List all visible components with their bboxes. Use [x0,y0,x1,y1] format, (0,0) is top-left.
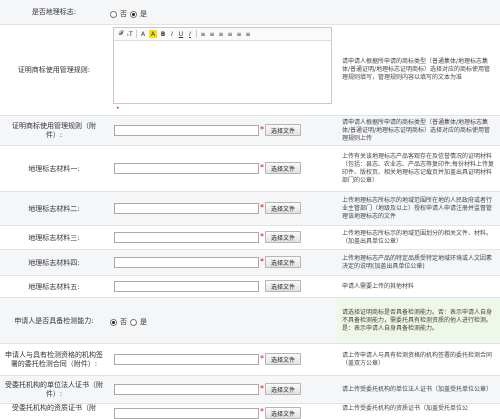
rules-attach-label: 证明商标使用管理规则（附件）: [12,122,96,139]
toolbar-divider [196,30,197,38]
material-4-label: 地理标志材料四: [28,258,80,267]
geo-mark-yes-label: 是 [140,10,147,18]
row-material-5: 地理标志材料五: 选择文件 申请人需要上传的其他材料 [0,276,500,298]
contract-choose-button[interactable]: 选择文件 [265,353,301,365]
material-2-file-field[interactable] [114,203,259,214]
material-3-file-field[interactable] [114,232,259,243]
qualification-file-field[interactable] [114,408,259,419]
rules-attach-hint: 请申请人根据所申请的商标类型（普通集体/地理标志集体/普通证明/地理标志证明商标… [342,118,491,142]
material-5-file-field[interactable] [114,281,259,292]
material-2-choose-button[interactable]: 选择文件 [265,202,301,214]
material-5-hint: 申请人需要上传的其他材料 [342,282,415,290]
row-legal-cert: 受委托机构的单位法人证书（附件）: * 选择文件 请上传受委托机构的单位法人证书… [0,376,500,404]
highlight-color-icon[interactable]: A [149,30,157,38]
align-center-icon[interactable]: ≡ [209,30,215,38]
legal-cert-file-field[interactable] [114,384,259,395]
geo-mark-yes-radio[interactable] [130,10,137,18]
material-2-hint: 上传地理标志所标示的地域范围所在地的人民政府或者行业主管部门（地级及以上）授权申… [342,196,493,220]
row-testing-contract: 申请人与具有检测资格的机构签署的委托检测合同（附件）: * 选择文件 请上传申请… [0,344,500,376]
font-family-icon[interactable]: 𝓕 [118,30,124,38]
material-4-choose-button[interactable]: 选择文件 [265,256,301,268]
required-asterisk: * [260,232,264,241]
material-5-choose-button[interactable]: 选择文件 [265,280,301,292]
italic-icon[interactable]: I [169,30,175,38]
geo-mark-no-radio[interactable] [110,10,117,18]
rules-rich-text-editor[interactable]: 𝓕 ₜT A A B I U I ≡ ≡ ≡ ≡ ≡ ≡ [113,27,332,104]
material-3-hint: 上传地理标志所标示的地域范围划分的相关文件、材料。（加盖出具单位公章） [342,229,493,245]
material-4-hint: 上传地理标志产品的特定品质受特定地域环境或人文因素决定的说明(加盖出具单位公章) [342,254,493,270]
material-1-file-field[interactable] [114,163,259,174]
clear-format-icon[interactable]: I [187,30,193,38]
testing-hint: 请选择证明商标是否具备检测能力。否：表示申请人自身不具备检测能力，需委托具有检测… [337,298,500,343]
font-size-icon[interactable]: ₜT [127,30,133,38]
required-asterisk: * [260,384,264,393]
row-material-1: 地理标志材料一: * 选择文件 上传有关该地理标志产品客观存在及信誉情况的证明材… [0,146,500,192]
trademark-form: 是否地理标志: 否 是 证明商标使用管理规则: 请申请人根据所申请的商标类型（普… [0,0,500,419]
qualification-choose-button[interactable]: 选择文件 [265,407,301,419]
row-material-4: 地理标志材料四: * 选择文件 上传地理标志产品的特定品质受特定地域环境或人文因… [0,250,500,276]
testing-no-label: 否 [120,318,127,326]
material-1-hint: 上传有关该地理标志产品客观存在及信誉情况的证明材料（包括：县志、农业志、产品志等… [342,152,495,184]
contract-label: 申请人与具有检测资格的机构签署的委托检测合同（附件）: [5,351,103,368]
testing-yes-label: 是 [140,318,147,326]
qualification-label: 受委托机构的资质证书（附 [12,404,96,412]
required-marker: • [116,105,120,112]
legal-cert-hint: 请上传受委托机构的单位法人证书（加盖受托单位公章） [342,385,493,393]
testing-radio-group: 否 是 [110,317,147,327]
editor-toolbar: 𝓕 ₜT A A B I U I ≡ ≡ ≡ ≡ ≡ ≡ [114,28,331,41]
unordered-list-icon[interactable]: ≡ [236,30,242,38]
geo-mark-label: 是否地理标志: [31,8,77,16]
testing-label: 申请人是否具备检测能力: [14,316,94,325]
legal-cert-choose-button[interactable]: 选择文件 [265,383,301,395]
row-rules-attachment: 证明商标使用管理规则（附件）: * 选择文件 请申请人根据所申请的商标类型（普通… [0,116,500,146]
testing-no-radio[interactable] [110,318,117,326]
geo-mark-no-label: 否 [120,10,127,18]
material-1-label: 地理标志材料一: [28,164,80,173]
row-material-3: 地理标志材料三: * 选择文件 上传地理标志所标示的地域范围划分的相关文件、材料… [0,226,500,250]
material-3-label: 地理标志材料三: [28,233,80,242]
bold-icon[interactable]: B [160,30,166,38]
required-asterisk: * [260,407,264,416]
required-asterisk: * [260,354,264,363]
contract-hint: 请上传申请人与具有检测资格的机构签署的委托检测合同（盖双方公章） [342,351,493,367]
contract-file-field[interactable] [114,354,259,365]
testing-yes-radio[interactable] [130,318,137,326]
material-5-label: 地理标志材料五: [28,282,80,291]
indent-icon[interactable]: ≡ [245,30,251,38]
row-material-2: 地理标志材料二: * 选择文件 上传地理标志所标示的地域范围所在地的人民政府或者… [0,192,500,226]
required-asterisk: * [260,257,264,266]
align-left-icon[interactable]: ≡ [200,30,206,38]
required-asterisk: * [260,163,264,172]
row-qualification: 受委托机构的资质证书（附 * 选择文件 请上传受委托机构的资质证书（加盖受托单位… [0,404,500,419]
material-4-file-field[interactable] [114,257,259,268]
underline-icon[interactable]: U [178,30,184,38]
material-2-label: 地理标志材料二: [28,204,80,213]
legal-cert-label: 受委托机构的单位法人证书（附件）: [5,381,103,398]
row-geo-mark: 是否地理标志: 否 是 [0,0,500,25]
rules-attach-choose-button[interactable]: 选择文件 [265,124,301,136]
rules-attach-file-field[interactable] [114,125,259,136]
rules-editor-hint: 请申请人根据所申请的商标类型（普通集体/地理标志集体/普通证明/地理标志证明商标… [342,58,491,81]
geo-mark-radio-group: 否 是 [110,9,147,19]
material-3-choose-button[interactable]: 选择文件 [265,231,301,243]
required-asterisk: * [260,125,264,134]
toolbar-divider [136,30,137,38]
align-right-icon[interactable]: ≡ [218,30,224,38]
ordered-list-icon[interactable]: ≡ [227,30,233,38]
material-1-choose-button[interactable]: 选择文件 [265,162,301,174]
font-color-icon[interactable]: A [140,30,146,38]
row-testing-capability: 申请人是否具备检测能力: 否 是 请选择证明商标是否具备检测能力。否：表示申请人… [0,298,500,344]
rules-editor-label: 证明商标使用管理规则: [17,66,91,74]
required-asterisk: * [260,203,264,212]
qualification-hint: 请上传受委托机构的资质证书（加盖受托单位公 [342,405,469,412]
